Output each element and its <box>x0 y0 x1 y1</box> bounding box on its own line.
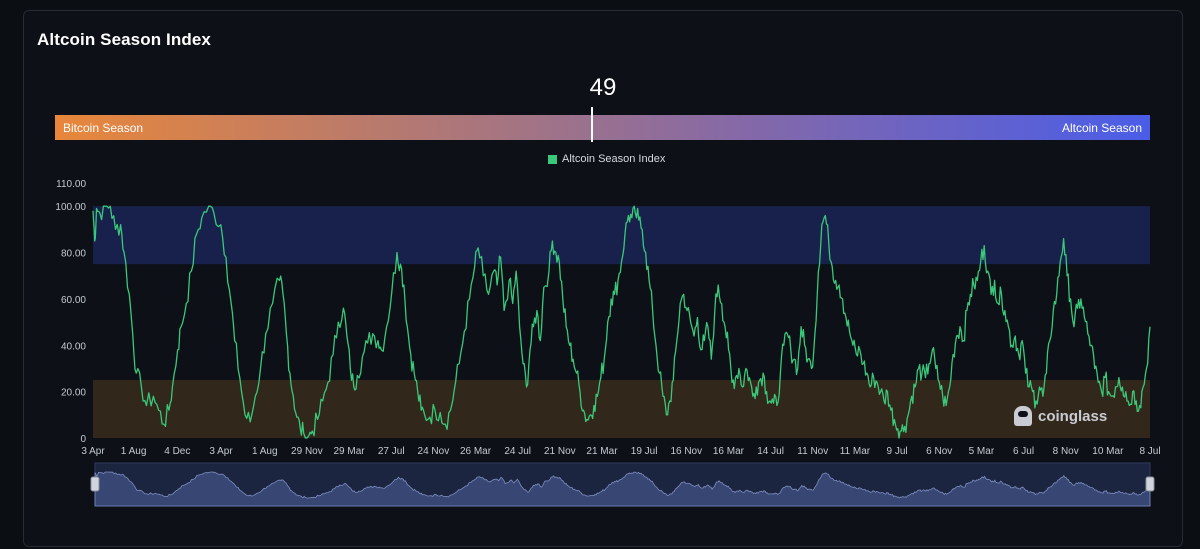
coinglass-logo-icon <box>1014 406 1032 426</box>
gauge-value: 49 <box>589 74 617 101</box>
coinglass-watermark: coinglass <box>1014 406 1107 426</box>
page-title: Altcoin Season Index <box>37 30 211 49</box>
legend-swatch <box>548 154 557 164</box>
gauge-max-label: Altcoin Season <box>1061 121 1142 135</box>
gauge-marker <box>590 107 593 142</box>
legend-label: Altcoin Season Index <box>562 153 666 165</box>
chart-legend[interactable]: Altcoin Season Index <box>548 153 665 165</box>
season-gauge: Bitcoin Season Altcoin Season <box>55 107 1150 142</box>
watermark-text: coinglass <box>1038 407 1108 425</box>
gauge-min-label: Bitcoin Season <box>63 121 144 135</box>
